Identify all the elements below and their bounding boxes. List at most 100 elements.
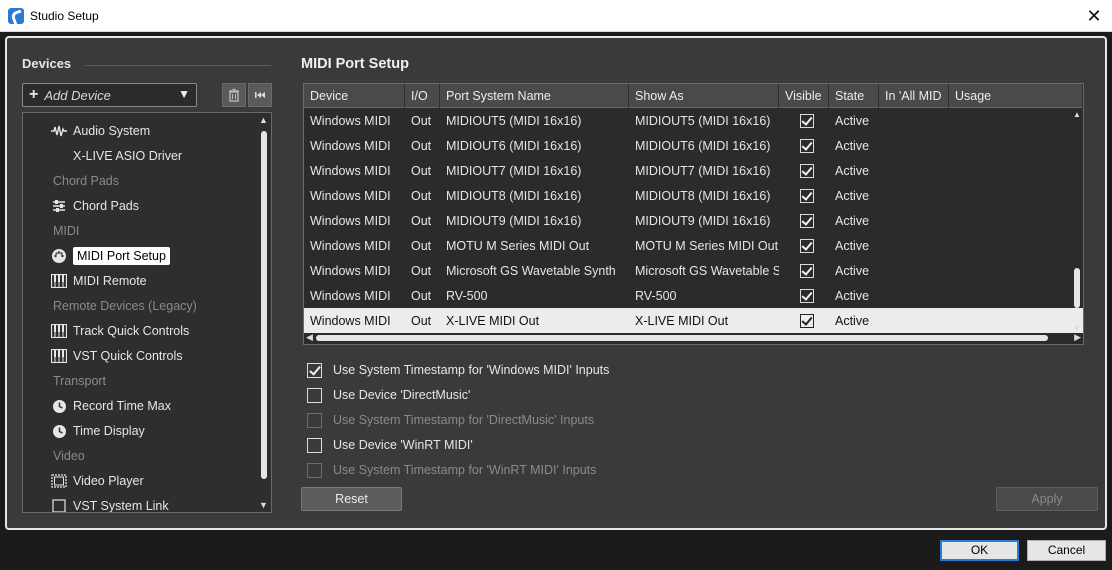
tree-category-chord-pads: Chord Pads bbox=[53, 171, 119, 191]
tree-item-audio-system[interactable]: Audio System bbox=[51, 121, 150, 141]
cell-show-as[interactable]: RV-500 bbox=[629, 289, 779, 303]
tree-item-midi-port-setup[interactable]: MIDI Port Setup bbox=[51, 246, 170, 266]
cell-state: Active bbox=[835, 238, 870, 253]
visible-checkbox[interactable] bbox=[800, 263, 814, 278]
table-row[interactable]: Windows MIDI Out MIDIOUT9 (MIDI 16x16) MIDI… bbox=[304, 208, 1083, 233]
cell-show-as[interactable]: Microsoft GS Wavetable Synth bbox=[629, 264, 779, 278]
tree-item-midi-remote[interactable]: MIDI Remote bbox=[51, 271, 147, 291]
table-vscroll-thumb[interactable] bbox=[1074, 268, 1080, 308]
table-row[interactable]: Windows MIDI Out Microsoft GS Wavetable Sy… bbox=[304, 258, 1083, 283]
cell-show-as[interactable]: MIDIOUT8 (MIDI 16x16) bbox=[629, 189, 779, 203]
visible-cell[interactable] bbox=[779, 238, 829, 253]
table-row[interactable]: Windows MIDI Out MIDIOUT7 (MIDI 16x16) MIDI… bbox=[304, 158, 1083, 183]
column-header[interactable]: Device bbox=[304, 84, 405, 108]
option-checkbox bbox=[307, 462, 322, 478]
tree-item-label: Video bbox=[53, 449, 85, 463]
cell-state: Active bbox=[835, 288, 870, 303]
table-row[interactable]: Windows MIDI Out MIDIOUT6 (MIDI 16x16) MIDI… bbox=[304, 133, 1083, 158]
midi-port-table: Device I/O Port System Name Show As Visible S… bbox=[303, 83, 1084, 345]
option-checkbox[interactable] bbox=[307, 362, 322, 378]
visible-cell[interactable] bbox=[779, 288, 829, 303]
cubase-app-icon bbox=[8, 8, 24, 24]
tree-item-vst-quick-controls[interactable]: VST Quick Controls bbox=[51, 346, 183, 366]
add-device-dropdown[interactable]: + Add Device ▼ bbox=[22, 83, 197, 107]
table-row[interactable]: Windows MIDI Out MOTU M Series MIDI Out MOT… bbox=[304, 233, 1083, 258]
visible-checkbox[interactable] bbox=[800, 313, 814, 328]
tree-item-record-time-max[interactable]: Record Time Max bbox=[51, 396, 171, 416]
apply-button[interactable]: Apply bbox=[996, 487, 1098, 511]
tree-item-vst-system-link[interactable]: VST System Link bbox=[51, 496, 169, 512]
option-checkbox[interactable] bbox=[307, 437, 322, 453]
table-hscroll-thumb[interactable] bbox=[316, 335, 1048, 341]
visible-cell[interactable] bbox=[779, 213, 829, 228]
reset-button[interactable]: Reset bbox=[301, 487, 402, 511]
table-horizontal-scrollbar[interactable]: ◀ ▶ bbox=[304, 332, 1083, 344]
visible-checkbox[interactable] bbox=[800, 288, 814, 303]
column-header[interactable]: In 'All MID bbox=[879, 84, 949, 108]
cell-device: Windows MIDI bbox=[310, 213, 391, 228]
tree-item-video-player[interactable]: Video Player bbox=[51, 471, 144, 491]
visible-cell[interactable] bbox=[779, 188, 829, 203]
cell-show-as[interactable]: MIDIOUT9 (MIDI 16x16) bbox=[629, 214, 779, 228]
ok-button[interactable]: OK bbox=[940, 540, 1019, 561]
visible-checkbox[interactable] bbox=[800, 113, 814, 128]
link-box-icon bbox=[51, 498, 67, 512]
device-tree[interactable]: ▲ ▼ Audio System X-LIVE ASIO Driver Chord … bbox=[22, 112, 272, 513]
tree-scrollbar[interactable]: ▲ ▼ bbox=[259, 115, 269, 510]
column-header[interactable]: Port System Name bbox=[440, 84, 629, 108]
devices-divider bbox=[85, 65, 271, 66]
visible-checkbox[interactable] bbox=[800, 188, 814, 203]
tree-item-x-live-asio-driver[interactable]: X-LIVE ASIO Driver bbox=[73, 146, 182, 166]
column-header[interactable]: State bbox=[829, 84, 879, 108]
scroll-right-icon[interactable]: ▶ bbox=[1074, 332, 1081, 343]
scroll-up-icon[interactable]: ▲ bbox=[259, 115, 268, 125]
cell-show-as[interactable]: X-LIVE MIDI Out bbox=[629, 314, 779, 328]
cancel-button[interactable]: Cancel bbox=[1027, 540, 1106, 561]
visible-checkbox[interactable] bbox=[800, 138, 814, 153]
table-row[interactable]: Windows MIDI Out X-LIVE MIDI Out X-LIVE MID… bbox=[304, 308, 1083, 333]
option-0[interactable]: Use System Timestamp for 'Windows MIDI' … bbox=[307, 360, 609, 380]
column-header[interactable]: Usage bbox=[949, 84, 1083, 108]
sliders-icon bbox=[51, 198, 67, 214]
scroll-down-icon[interactable]: ▼ bbox=[259, 500, 268, 510]
cell-port: MOTU M Series MIDI Out bbox=[446, 238, 590, 253]
cell-show-as[interactable]: MIDIOUT5 (MIDI 16x16) bbox=[629, 114, 779, 128]
cell-show-as[interactable]: MOTU M Series MIDI Out bbox=[629, 239, 779, 253]
cell-port: MIDIOUT8 (MIDI 16x16) bbox=[446, 188, 582, 203]
cell-show-as[interactable]: MIDIOUT7 (MIDI 16x16) bbox=[629, 164, 779, 178]
keyboard-icon bbox=[51, 348, 67, 364]
visible-cell[interactable] bbox=[779, 163, 829, 178]
option-checkbox[interactable] bbox=[307, 387, 322, 403]
tree-scroll-thumb[interactable] bbox=[261, 131, 267, 479]
cell-show-as[interactable]: MIDIOUT6 (MIDI 16x16) bbox=[629, 139, 779, 153]
scroll-left-icon[interactable]: ◀ bbox=[306, 332, 313, 343]
column-header[interactable]: Visible bbox=[779, 84, 829, 108]
cell-state: Active bbox=[835, 188, 870, 203]
option-label: Use System Timestamp for 'DirectMusic' I… bbox=[333, 413, 595, 427]
table-row[interactable]: Windows MIDI Out RV-500 RV-500 Active bbox=[304, 283, 1083, 308]
visible-checkbox[interactable] bbox=[800, 213, 814, 228]
column-header[interactable]: I/O bbox=[405, 84, 440, 108]
visible-checkbox[interactable] bbox=[800, 238, 814, 253]
add-device-label: Add Device bbox=[44, 87, 111, 103]
visible-cell[interactable] bbox=[779, 138, 829, 153]
option-1[interactable]: Use Device 'DirectMusic' bbox=[307, 385, 470, 405]
table-vertical-scrollbar[interactable]: ▲ ▼ bbox=[1072, 108, 1082, 333]
visible-cell[interactable] bbox=[779, 113, 829, 128]
tree-item-time-display[interactable]: Time Display bbox=[51, 421, 145, 441]
close-icon[interactable]: ✕ bbox=[1082, 4, 1106, 28]
delete-device-button[interactable] bbox=[222, 83, 246, 107]
visible-cell[interactable] bbox=[779, 313, 829, 328]
option-3[interactable]: Use Device 'WinRT MIDI' bbox=[307, 435, 473, 455]
scroll-up-icon[interactable]: ▲ bbox=[1073, 110, 1081, 119]
tree-item-track-quick-controls[interactable]: Track Quick Controls bbox=[51, 321, 189, 341]
table-row[interactable]: Windows MIDI Out MIDIOUT8 (MIDI 16x16) MIDI… bbox=[304, 183, 1083, 208]
column-header[interactable]: Show As bbox=[629, 84, 779, 108]
tree-item-chord-pads[interactable]: Chord Pads bbox=[51, 196, 139, 216]
reset-device-button[interactable] bbox=[248, 83, 272, 107]
visible-checkbox[interactable] bbox=[800, 163, 814, 178]
table-row[interactable]: Windows MIDI Out MIDIOUT5 (MIDI 16x16) MIDI… bbox=[304, 108, 1083, 133]
visible-cell[interactable] bbox=[779, 263, 829, 278]
option-label: Use System Timestamp for 'Windows MIDI' … bbox=[333, 363, 610, 377]
tree-item-label: Chord Pads bbox=[73, 199, 140, 213]
